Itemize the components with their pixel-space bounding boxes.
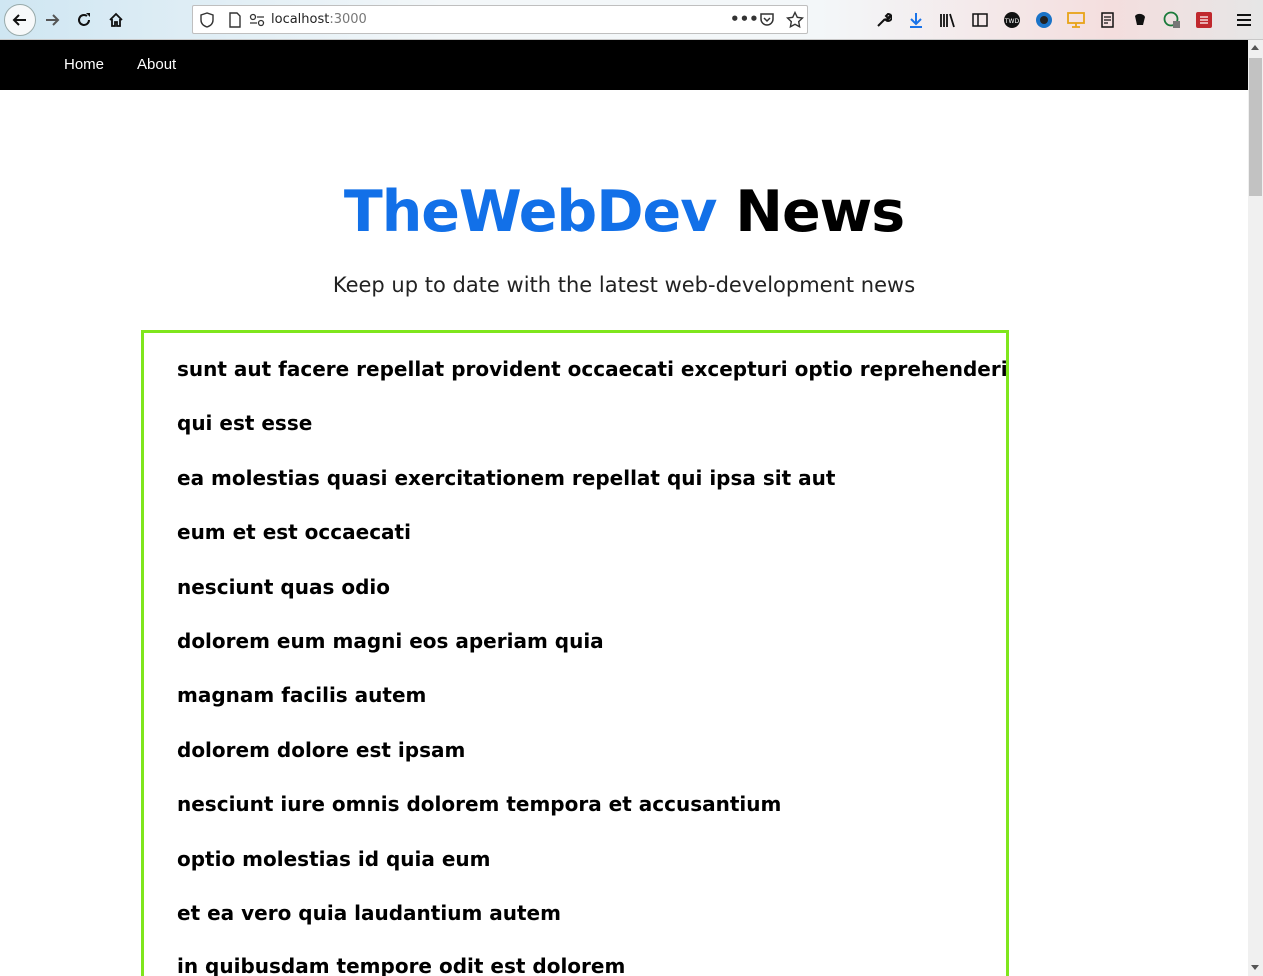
site-permissions-icon (249, 13, 265, 27)
arrow-right-icon (46, 14, 60, 26)
browser-toolbar: localhost:3000 ••• TWD (0, 0, 1263, 40)
wrench-icon[interactable] (874, 10, 894, 30)
news-item[interactable]: optio molestias id quia eum (177, 847, 491, 871)
library-icon[interactable] (938, 10, 958, 30)
news-item[interactable]: dolorem eum magni eos aperiam quia (177, 629, 604, 653)
url-text[interactable]: localhost:3000 (271, 12, 367, 27)
reload-icon (78, 13, 90, 26)
menu-icon[interactable] (1234, 10, 1254, 30)
nav-link-home[interactable]: Home (64, 56, 104, 73)
url-host: localhost (271, 12, 330, 27)
scrollbar-thumb[interactable] (1249, 58, 1262, 196)
news-item[interactable]: dolorem dolore est ipsam (177, 738, 465, 762)
scroll-down-arrow-icon[interactable] (1251, 965, 1259, 970)
pocket-icon[interactable] (759, 12, 775, 28)
bookmark-star-icon[interactable] (786, 11, 804, 29)
home-button[interactable] (101, 5, 131, 35)
url-bar[interactable]: localhost:3000 ••• (192, 5, 808, 34)
svg-text:TWD: TWD (1004, 18, 1020, 25)
news-item[interactable]: qui est esse (177, 411, 312, 435)
nav-link-about[interactable]: About (137, 56, 176, 73)
reload-button[interactable] (69, 5, 99, 35)
twd-extension-icon[interactable]: TWD (1002, 10, 1022, 30)
title-rest: News (735, 179, 905, 245)
news-item[interactable]: magnam facilis autem (177, 683, 426, 707)
news-item[interactable]: et ea vero quia laudantium autem (177, 901, 561, 925)
news-item[interactable]: ea molestias quasi exercitationem repell… (177, 466, 835, 490)
back-button[interactable] (4, 4, 36, 36)
url-port: :3000 (329, 12, 367, 27)
presentation-extension-icon[interactable] (1066, 10, 1086, 30)
gimp-extension-icon[interactable] (1130, 10, 1150, 30)
shield-icon (200, 12, 214, 28)
news-list: sunt aut facere repellat provident occae… (141, 330, 1009, 976)
news-item[interactable]: nesciunt iure omnis dolorem tempora et a… (177, 792, 781, 816)
red-extension-icon[interactable] (1194, 10, 1214, 30)
news-item[interactable]: in quibusdam tempore odit est dolorem (177, 954, 625, 976)
page-actions-icon[interactable]: ••• (730, 10, 759, 28)
site-navbar: Home About (0, 40, 1248, 90)
globe-extension-icon[interactable] (1034, 10, 1054, 30)
web-extension-icon[interactable] (1162, 10, 1182, 30)
download-icon[interactable] (906, 10, 926, 30)
home-icon (109, 12, 123, 27)
news-item[interactable]: sunt aut facere repellat provident occae… (177, 357, 1006, 381)
page-icon (229, 12, 241, 28)
forward-button[interactable] (37, 5, 67, 35)
sidebar-icon[interactable] (970, 10, 990, 30)
news-item[interactable]: nesciunt quas odio (177, 575, 390, 599)
title-brand: TheWebDev (343, 179, 718, 245)
arrow-left-icon (12, 14, 26, 26)
page-subtitle: Keep up to date with the latest web-deve… (332, 273, 916, 297)
page-title: TheWebDev News (0, 176, 1248, 248)
notes-extension-icon[interactable] (1098, 10, 1118, 30)
scroll-up-arrow-icon[interactable] (1251, 45, 1259, 50)
news-item[interactable]: eum et est occaecati (177, 520, 411, 544)
